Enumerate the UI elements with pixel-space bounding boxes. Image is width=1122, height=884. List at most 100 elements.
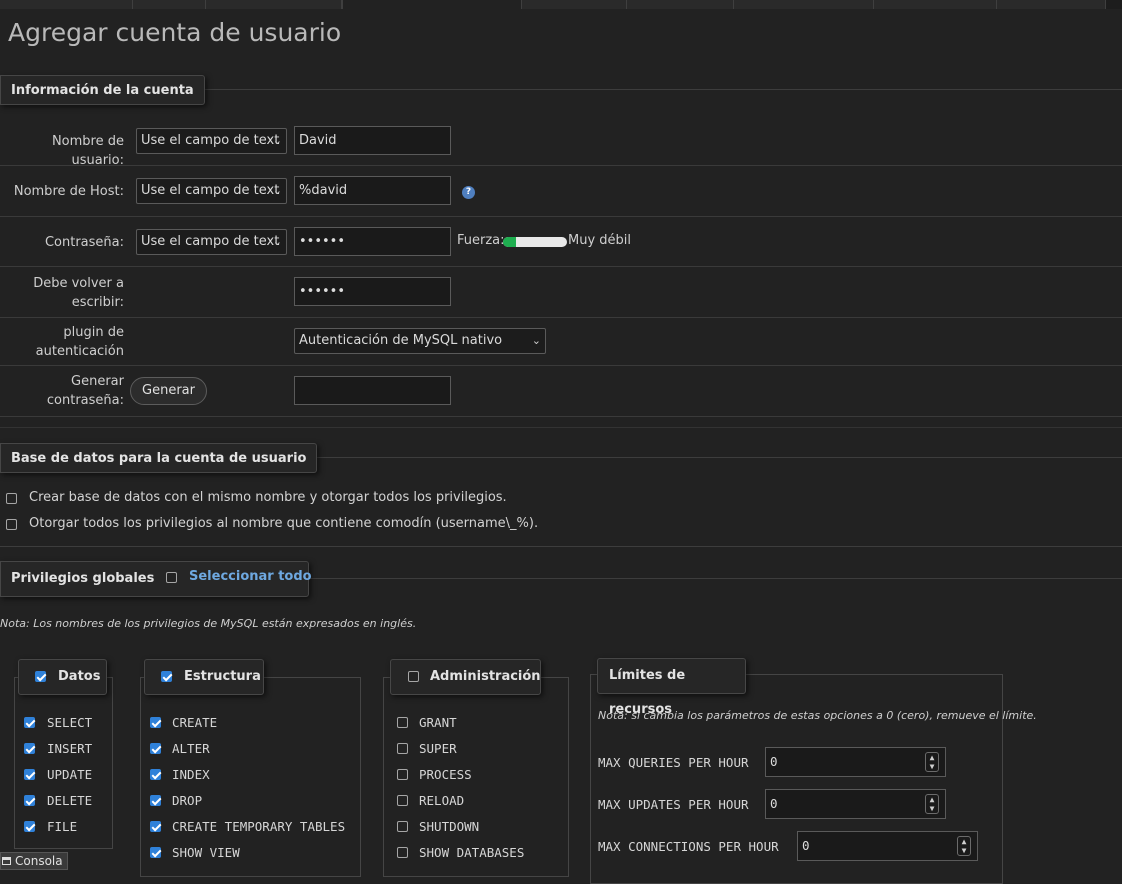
row-divider [0,216,1122,217]
privilege-label: RELOAD [419,793,465,808]
privilege-label: GRANT [419,715,457,730]
privilege-label: SHUTDOWN [419,819,480,834]
privilege-checkbox[interactable] [150,821,161,832]
password-input[interactable]: •••••• [294,227,451,256]
host-label: Nombre de Host: [13,184,124,199]
privilege-label: FILE [47,819,78,834]
wildcard-db-checkbox[interactable] [6,519,17,530]
username-input[interactable]: David [294,126,451,155]
help-icon[interactable]: ? [462,186,475,199]
row-divider [0,266,1122,267]
nav-tab[interactable] [874,0,997,9]
privilege-label: PROCESS [419,767,472,782]
row-divider [0,416,1122,417]
data-group-title: Datos [58,669,101,684]
max-queries-input[interactable]: 0 ▲ ▼ [765,747,946,777]
privilege-checkbox[interactable] [397,743,408,754]
chevron-down-icon: ⌄ [272,235,282,248]
retype-label: Debe volver a escribir: [33,276,124,310]
row-divider [0,165,1122,166]
plugin-label: plugin de autenticación [35,325,124,359]
auth-plugin-select[interactable]: Autenticación de MySQL nativo ⌄ [294,328,546,354]
strength-text: Muy débil [568,233,632,248]
password-label: Contraseña: [44,235,124,250]
limits-group-legend: Límites de recursos [597,658,746,717]
privilege-checkbox[interactable] [397,795,408,806]
privilege-label: CREATE [172,715,218,730]
privilege-checkbox[interactable] [24,743,35,754]
privilege-label: DELETE [47,793,93,808]
privilege-checkbox[interactable] [24,717,35,728]
generate-password-button[interactable]: Generar [130,377,207,405]
privilege-label: INDEX [172,767,210,782]
privilege-label: SUPER [419,741,457,756]
privilege-checkbox[interactable] [24,769,35,780]
console-label: Consola [15,854,63,868]
privilege-label: SHOW VIEW [172,845,240,860]
password-type-select[interactable]: Use el campo de text ⌄ [136,229,287,255]
structure-group-checkbox[interactable] [161,671,172,682]
row-divider [0,365,1122,366]
privilege-checkbox[interactable] [24,821,35,832]
chevron-down-icon: ⌄ [531,334,541,347]
admin-group-checkbox[interactable] [408,671,419,682]
privilege-checkbox[interactable] [150,717,161,728]
nav-tab-active[interactable] [342,0,522,9]
retype-password-input[interactable]: •••••• [294,277,451,306]
limits-note: Nota: si cambia los parámetros de estas … [598,709,1037,722]
privileges-legend-title: Privilegios globales [11,571,155,586]
max-connections-input[interactable]: 0 ▲ ▼ [797,831,978,861]
privilege-checkbox[interactable] [397,821,408,832]
account-legend: Información de la cuenta [0,75,205,105]
privilege-label: ALTER [172,741,210,756]
max-updates-input[interactable]: 0 ▲ ▼ [765,789,946,819]
privilege-checkbox[interactable] [150,743,161,754]
wildcard-db-label: Otorgar todos los privilegios al nombre … [29,516,539,531]
host-input[interactable]: %david [294,176,451,205]
max-updates-label: MAX UPDATES PER HOUR [598,797,749,812]
privilege-checkbox[interactable] [24,795,35,806]
nav-tab[interactable] [0,0,133,9]
nav-tab[interactable] [133,0,206,9]
nav-tab[interactable] [627,0,734,9]
console-tab[interactable]: Consola [0,852,68,870]
data-group-legend: Datos [18,659,107,695]
privilege-checkbox[interactable] [397,769,408,780]
database-legend: Base de datos para la cuenta de usuario [0,443,318,473]
chevron-down-icon: ⌄ [272,184,282,197]
privilege-checkbox[interactable] [150,795,161,806]
nav-tab[interactable] [206,0,342,9]
generate-label: Generar contraseña: [46,374,124,408]
strength-meter-fill [503,237,516,247]
spinner-icon[interactable]: ▲ ▼ [925,794,939,814]
generated-password-input[interactable] [294,376,451,405]
max-connections-label: MAX CONNECTIONS PER HOUR [598,839,779,854]
admin-group-title: Administración [430,669,541,684]
select-all-link[interactable]: Seleccionar todo [189,569,312,585]
privilege-checkbox[interactable] [150,769,161,780]
privilege-checkbox[interactable] [397,717,408,728]
chevron-down-icon: ⌄ [272,134,282,147]
create-db-checkbox[interactable] [6,493,17,504]
username-type-select[interactable]: Use el campo de text ⌄ [136,128,287,154]
top-tab-strip [0,0,1122,9]
nav-tab[interactable] [522,0,627,9]
select-all-checkbox[interactable] [166,572,177,583]
nav-tab[interactable] [734,0,874,9]
data-group-checkbox[interactable] [35,671,46,682]
privilege-checkbox[interactable] [397,847,408,858]
spinner-icon[interactable]: ▲ ▼ [957,836,971,856]
nav-tab[interactable] [997,0,1106,9]
row-divider [0,317,1122,318]
privilege-label: DROP [172,793,203,808]
page-title: Agregar cuenta de usuario [8,18,342,47]
strength-label: Fuerza: [457,233,505,248]
max-queries-label: MAX QUERIES PER HOUR [598,755,749,770]
create-db-label: Crear base de datos con el mismo nombre … [29,490,507,505]
privilege-label: UPDATE [47,767,93,782]
privilege-checkbox[interactable] [150,847,161,858]
fieldset-border [0,546,1122,547]
spinner-icon[interactable]: ▲ ▼ [925,752,939,772]
structure-group-title: Estructura [184,669,261,684]
host-type-select[interactable]: Use el campo de text ⌄ [136,178,287,204]
